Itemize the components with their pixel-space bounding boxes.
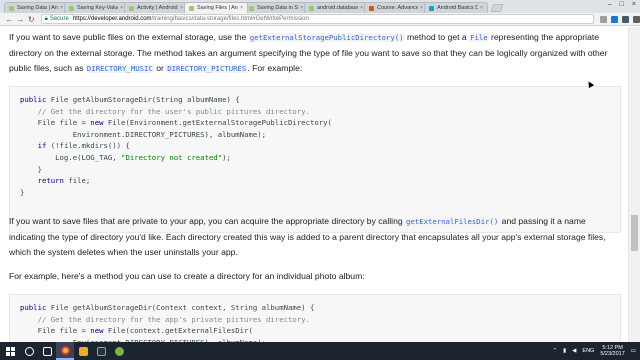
tab-title: Course: Advanced [377, 5, 419, 11]
favicon-icon [69, 5, 74, 11]
browser-tab[interactable]: Android Basics D × [424, 2, 488, 13]
tab-close-icon[interactable]: × [480, 5, 483, 11]
browser-tab[interactable]: Saving Key-Value S× [64, 2, 128, 13]
tab-close-icon[interactable]: × [60, 5, 63, 11]
close-icon[interactable]: × [632, 1, 636, 8]
code-text: public File getAlbumStorageDir(Context c… [20, 303, 315, 342]
tab-close-icon[interactable]: × [420, 5, 423, 11]
scrollbar-thumb[interactable] [631, 215, 638, 251]
link-DIRECTORY_PICTURES[interactable]: DIRECTORY_PICTURES [166, 64, 248, 73]
tab-close-icon[interactable]: × [300, 5, 303, 11]
browser-tab[interactable]: Saving Data in SQL× [244, 2, 308, 13]
tab-title: Saving Files | Andr [197, 5, 238, 11]
link-getExternalFilesDir[interactable]: getExternalFilesDir() [405, 217, 500, 226]
chrome-icon[interactable] [56, 342, 74, 360]
browser-tab[interactable]: android.database. × [304, 2, 368, 13]
clock[interactable]: 5:12 PM 5/23/2017 [600, 345, 624, 358]
tab-title: Saving Data in SQL [257, 5, 298, 11]
back-icon[interactable]: ← [4, 15, 15, 24]
volume-icon[interactable]: ◀ [572, 348, 576, 354]
paragraph-private-files: If you want to save files that are priva… [9, 216, 606, 257]
browser-toolbar: ← → ↻ 🔒︎ Secure https://developer.androi… [0, 13, 640, 26]
browser-tab[interactable]: Saving Data | Andro× [4, 2, 68, 13]
code-block-private: public File getAlbumStorageDir(Context c… [9, 294, 621, 342]
tab-title: Activity | Android D [137, 5, 178, 11]
menu-icon[interactable] [633, 15, 640, 23]
language-indicator[interactable]: ENG [582, 348, 594, 354]
tab-title: Android Basics D [437, 5, 479, 11]
favicon-icon [309, 5, 314, 11]
favicon-icon [369, 5, 374, 11]
star-icon[interactable] [600, 15, 608, 23]
lock-icon: 🔒︎ [44, 15, 48, 22]
reload-icon[interactable]: ↻ [26, 15, 37, 24]
tab-close-icon[interactable]: × [180, 5, 183, 11]
page-scrollbar[interactable] [628, 27, 640, 342]
tab-close-icon[interactable]: × [360, 5, 363, 11]
start-button[interactable] [0, 342, 20, 360]
forward-icon[interactable]: → [15, 15, 26, 24]
favicon-icon [249, 5, 254, 11]
network-icon[interactable]: ▮ [563, 348, 566, 354]
window-controls: – □ × [608, 1, 636, 8]
link-File[interactable]: File [469, 33, 489, 42]
terminal-icon[interactable] [92, 342, 110, 360]
favicon-icon [429, 5, 434, 11]
browser-tab[interactable]: Course: Advanced × [364, 2, 428, 13]
code-block-public: public File getAlbumStorageDir(String al… [9, 86, 621, 233]
favicon-icon [9, 5, 14, 11]
tab-title: android.database. [317, 5, 359, 11]
notifications-icon[interactable]: ▭ [631, 348, 636, 354]
new-tab-button[interactable] [490, 4, 504, 12]
favicon-icon [129, 5, 134, 11]
profile-icon[interactable] [622, 15, 630, 23]
favicon-icon [189, 5, 194, 11]
task-view-icon[interactable] [38, 342, 56, 360]
url-path: /training/basics/data-storage/files.html… [151, 16, 309, 22]
minimize-icon[interactable]: – [608, 1, 612, 8]
page-content: If you want to save public files on the … [0, 27, 628, 342]
tab-close-icon[interactable]: × [240, 5, 243, 11]
paragraph-example: For example, here's a method you can use… [9, 271, 365, 281]
tab-close-icon[interactable]: × [120, 5, 123, 11]
link-DIRECTORY_MUSIC[interactable]: DIRECTORY_MUSIC [85, 64, 154, 73]
tab-title: Saving Key-Value S [77, 5, 119, 11]
extension-icon[interactable] [611, 15, 619, 23]
address-bar[interactable]: 🔒︎ Secure https://developer.android.com /… [40, 14, 595, 24]
windows-taskbar: ⌃ ▮ ◀ ENG 5:12 PM 5/23/2017 ▭ [0, 342, 640, 360]
maximize-icon[interactable]: □ [620, 1, 624, 8]
system-tray: ⌃ ▮ ◀ ENG 5:12 PM 5/23/2017 ▭ [553, 345, 640, 358]
url-host: https://developer.android.com [72, 16, 152, 22]
windows-logo-icon [5, 346, 15, 356]
link-getExternalStoragePublicDirectory[interactable]: getExternalStoragePublicDirectory() [248, 33, 405, 42]
secure-label: Secure [49, 16, 69, 22]
tab-strip: Saving Data | Andro×Saving Key-Value S×A… [0, 0, 640, 13]
cortana-icon[interactable] [20, 342, 38, 360]
android-studio-icon[interactable] [110, 342, 128, 360]
tab-title: Saving Data | Andro [17, 5, 58, 11]
file-explorer-icon[interactable] [74, 342, 92, 360]
code-text: public File getAlbumStorageDir(String al… [20, 95, 332, 197]
paragraph-public-files: If you want to save public files on the … [9, 32, 608, 73]
chevron-up-icon[interactable]: ⌃ [553, 348, 558, 354]
browser-tab[interactable]: Activity | Android D× [124, 2, 188, 13]
browser-tab[interactable]: Saving Files | Andr× [184, 2, 248, 13]
